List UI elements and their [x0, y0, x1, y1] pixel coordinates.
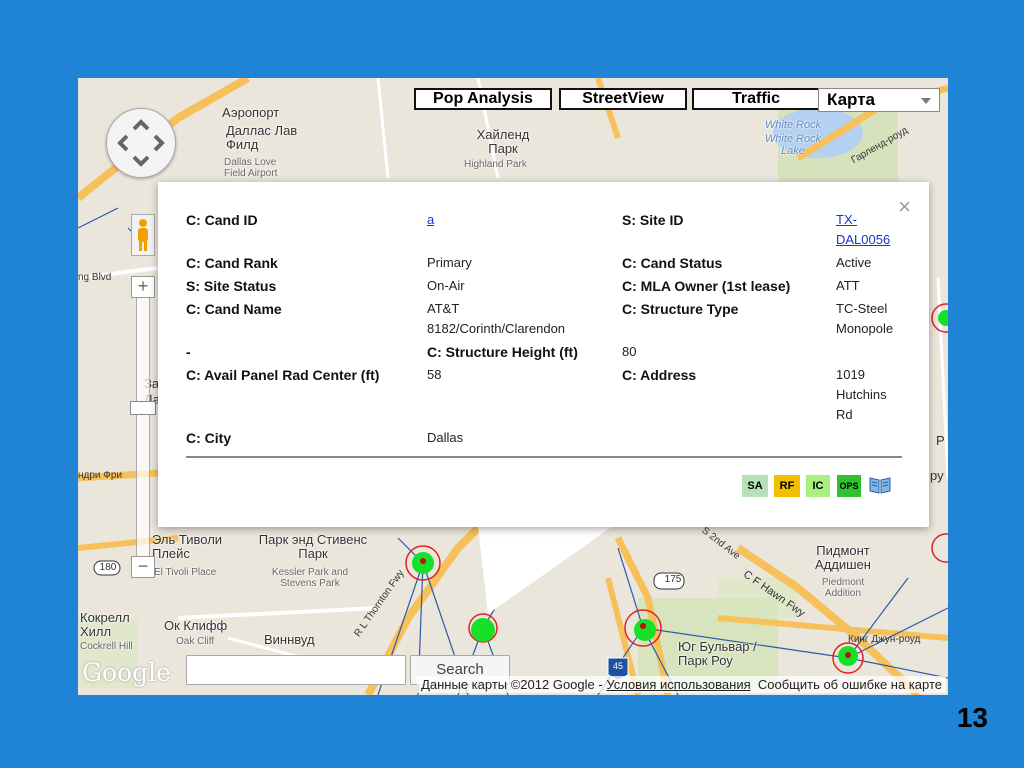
cand-name-key: C: Cand Name	[186, 301, 282, 317]
cand-id-link[interactable]: a	[427, 212, 434, 227]
map-footer: Данные карты ©2012 Google - Условия испо…	[417, 676, 946, 693]
structure-height-key: C: Structure Height (ft)	[427, 344, 578, 360]
oak-cliff-label: Ок Клифф	[164, 618, 228, 633]
south-blvd-label: Юг Бульвар / Парк Роу	[678, 639, 757, 668]
ic-button[interactable]: IC	[806, 475, 830, 497]
structure-type-value: TC-Steel Monopole	[836, 301, 894, 336]
structure-height-value: 80	[622, 344, 637, 359]
cockrell-hill-en-label: Cockrell Hill	[80, 641, 133, 652]
site-id-value[interactable]: TX-DAL0056	[836, 210, 906, 250]
site-status-value: On-Air	[427, 278, 465, 293]
mla-owner-key: C: MLA Owner (1st lease)	[622, 278, 791, 294]
streetview-button[interactable]: StreetView	[559, 88, 687, 110]
vinnwood-label: Виннвуд	[264, 632, 315, 647]
cand-name-value: AT&T 8182/Corinth/Clarendon	[427, 301, 566, 336]
oak-cliff-en-label: Oak Cliff	[176, 636, 215, 647]
pegman-control[interactable]	[131, 214, 155, 256]
structure-type-key: C: Structure Type	[622, 301, 739, 317]
zoom-slider-track[interactable]	[136, 293, 150, 573]
plus-icon: +	[137, 276, 149, 296]
pan-arrows-icon	[117, 119, 165, 167]
city-value: Dallas	[427, 430, 464, 445]
sa-button[interactable]: SA	[742, 475, 768, 497]
airport-label: Аэропорт	[222, 105, 280, 120]
white-rock-lake-label: White Rock Lake	[764, 133, 822, 157]
dallas-love-field-label: Даллас Лав Филд	[226, 123, 298, 152]
cand-rank-value: Primary	[427, 255, 472, 270]
book-icon-svg	[869, 477, 891, 494]
terms-link[interactable]: Условия использования	[606, 677, 750, 692]
minus-icon: −	[137, 556, 149, 576]
el-tivoli-label: Эль Тиволи Плейс	[152, 532, 223, 561]
avail-panel-rad-value: 58	[427, 367, 442, 382]
book-icon[interactable]	[868, 475, 892, 497]
cand-status-key: C: Cand Status	[622, 255, 723, 271]
avail-panel-rad-key: C: Avail Panel Rad Center (ft)	[186, 367, 380, 383]
hwy-45-label: 45	[612, 661, 623, 671]
chevron-down-icon	[921, 98, 931, 104]
info-window: × C: Cand ID a S: Site ID TX-DAL0056 C: …	[158, 182, 929, 527]
highland-park-label: Хайленд Парк	[476, 127, 530, 156]
address-value: 1019 Hutchins Rd	[836, 367, 887, 422]
dallas-love-field-en-label: Dallas Love Field Airport	[224, 157, 278, 179]
slide-number: 13	[956, 702, 988, 733]
hwy-180-label: 180	[99, 562, 117, 573]
hwy-175-label: 175	[664, 574, 682, 585]
highland-park-en-label: Highland Park	[464, 159, 527, 170]
cand-rank-key: C: Cand Rank	[186, 255, 278, 271]
site-id-key: S: Site ID	[622, 212, 684, 228]
zoom-slider-thumb[interactable]	[130, 401, 156, 415]
piedmont-en-label: Piedmont Addition	[821, 577, 865, 599]
cand-status-value: Active	[836, 255, 872, 270]
dash-key: -	[186, 344, 191, 360]
info-divider	[186, 456, 902, 458]
site-status-key: S: Site Status	[186, 278, 277, 294]
ops-button[interactable]: OPS	[837, 475, 861, 497]
fraya-label: ндри Фри	[78, 470, 123, 481]
cand-id-value[interactable]: a	[427, 210, 434, 230]
kessler-park-label: Парк энд Стивенс Парк	[258, 532, 368, 561]
address-key: C: Address	[622, 367, 697, 383]
white-rock-label: White Rock	[764, 119, 822, 131]
kokrell-hill-label: Кокрелл Хилл	[80, 610, 130, 639]
search-input[interactable]	[186, 655, 406, 685]
zoom-in-button[interactable]: +	[131, 276, 155, 298]
zoom-out-button[interactable]: −	[131, 556, 155, 578]
city-key: C: City	[186, 430, 232, 446]
pop-analysis-button[interactable]: Pop Analysis	[414, 88, 552, 110]
el-tivoli-en-label: El Tivoli Place	[154, 567, 217, 578]
footer-separator: -	[594, 677, 607, 692]
mla-owner-value: ATT	[836, 278, 860, 293]
pegman-icon	[138, 219, 148, 251]
cand-id-key: C: Cand ID	[186, 212, 258, 228]
rf-button[interactable]: RF	[774, 475, 800, 497]
ng-blvd-label: ng Blvd	[78, 272, 112, 283]
site-id-link[interactable]: TX-DAL0056	[836, 212, 890, 247]
pan-control[interactable]	[106, 108, 176, 178]
google-logo: Google	[82, 658, 171, 687]
piedmont-label: Пидмонт Аддишен	[815, 543, 871, 572]
rp-label: Р	[936, 433, 945, 448]
kessler-park-en-label: Kessler Park and Stevens Park	[271, 567, 349, 589]
info-window-tail	[478, 526, 613, 614]
cheyenne-label: Кинг Джун-роуд	[848, 634, 921, 645]
map-data-copyright: Данные карты ©2012 Google	[421, 677, 595, 692]
pu-label: ру	[930, 468, 944, 483]
map-type-select[interactable]: Карта	[818, 88, 940, 112]
map-type-label: Карта	[827, 90, 875, 109]
traffic-button[interactable]: Traffic	[692, 88, 820, 110]
report-error-link[interactable]: Сообщить об ошибке на карте	[758, 677, 942, 692]
